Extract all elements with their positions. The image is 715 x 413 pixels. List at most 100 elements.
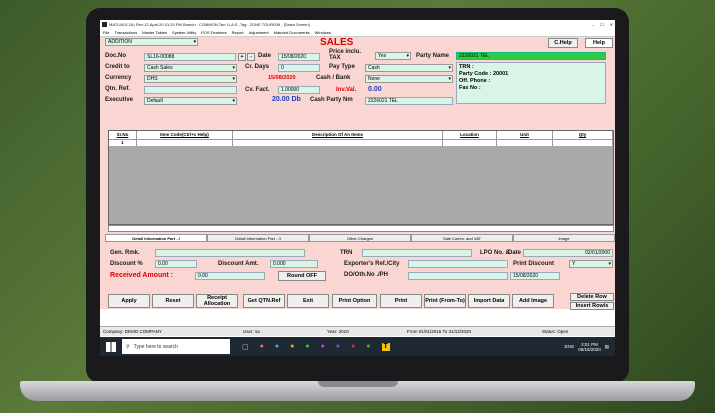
print-button[interactable]: Print	[380, 294, 422, 308]
exporter-field[interactable]	[408, 260, 508, 268]
cv-fact-field[interactable]: 1.00000	[278, 86, 320, 94]
inv-val-value: 0.00	[368, 86, 382, 93]
app-icon-8[interactable]: ●	[366, 343, 370, 351]
tab-detail-part-1[interactable]: Detail Information Part - I	[105, 234, 207, 242]
app-icon-5[interactable]: ●	[321, 343, 325, 351]
search-icon: ⚲	[126, 343, 130, 350]
gen-rmk-label: Gen. Rmk.	[110, 250, 140, 256]
discount-pct-field[interactable]: 0.00	[155, 260, 197, 268]
apply-button[interactable]: Apply	[108, 294, 150, 308]
received-amount-field[interactable]: 0.00	[195, 272, 265, 280]
app-icon-7[interactable]: ●	[351, 343, 355, 351]
print-discount-label: Print Discount	[513, 261, 555, 267]
get-qtn-ref-button[interactable]: Get QTN.Ref	[243, 294, 285, 308]
status-year: Year: 2010	[327, 329, 349, 334]
tab-image[interactable]: Image	[513, 234, 615, 242]
executive-select[interactable]: Default	[144, 97, 237, 105]
date-label: Date	[258, 53, 272, 59]
notification-icon[interactable]: ▤	[605, 344, 609, 350]
lang-indicator[interactable]: ENG	[564, 344, 574, 349]
reset-button[interactable]: Reset	[152, 294, 194, 308]
do-no-field[interactable]	[408, 272, 508, 280]
trn-field[interactable]	[362, 249, 472, 257]
status-state: Status: Open	[542, 329, 569, 334]
menu-matured-documents[interactable]: Matured Documents	[274, 30, 310, 35]
row-description[interactable]	[233, 140, 443, 146]
menu-system-utility[interactable]: System Utility	[172, 30, 196, 35]
maximize-icon[interactable]: ☐	[600, 22, 604, 27]
doc-minus-button[interactable]: -	[247, 53, 255, 61]
tab-sale-comm-vat[interactable]: Sale Comm. and VAT	[411, 234, 513, 242]
menu-adjustment[interactable]: Adjustment	[249, 30, 269, 35]
col-description: Description Of An Items	[233, 131, 443, 139]
row-unit[interactable]	[497, 140, 553, 146]
menu-file[interactable]: File	[103, 30, 109, 35]
row-location[interactable]	[443, 140, 497, 146]
executive-label: Executive	[105, 97, 134, 103]
table-row[interactable]: 1	[109, 139, 613, 146]
credit-to-select[interactable]: Cash Sales	[144, 64, 237, 72]
app-icon-3[interactable]: ●	[290, 343, 294, 351]
clock[interactable]: 2:01 PM 08/15/2020	[578, 342, 601, 352]
qtn-ref-field[interactable]	[144, 86, 237, 94]
app-icon-2[interactable]: ●	[275, 343, 279, 351]
active-app-icon[interactable]: T	[381, 342, 390, 351]
rate-date: 15/08/2020	[268, 75, 296, 81]
taskbar-search[interactable]: ⚲ Type here to search	[122, 339, 230, 354]
windows-start-icon[interactable]	[106, 341, 116, 352]
close-icon[interactable]: ✕	[610, 22, 613, 27]
app-icon-6[interactable]: ●	[336, 343, 340, 351]
menu-transactions[interactable]: Transactions	[114, 30, 137, 35]
delete-row-button[interactable]: Delete Row	[570, 293, 614, 301]
laptop-notch	[318, 381, 398, 387]
cr-days-field[interactable]: 0	[278, 64, 320, 72]
tab-detail-part-2[interactable]: Detail Information Part - II	[207, 234, 309, 242]
status-company: Company: DEMO COMPANY	[103, 329, 162, 334]
date-field[interactable]: 15/08/2020	[278, 53, 320, 61]
items-grid[interactable]: Sr.No Item Code(Ctrl+c Help) Description…	[108, 130, 614, 225]
cash-party-label: Cash Party Nm	[310, 97, 353, 103]
row-item-code[interactable]	[137, 140, 233, 146]
discount-amt-field[interactable]: 0.000	[270, 260, 318, 268]
do-date-field[interactable]: 15/08/2020	[510, 272, 560, 280]
receipt-allocation-button[interactable]: Receipt Allocation	[196, 294, 238, 308]
mode-select[interactable]: ADDITION	[105, 38, 198, 46]
currency-select[interactable]: DHS	[144, 75, 237, 83]
tab-other-charges[interactable]: Other Charges	[309, 234, 411, 242]
insert-rows-button[interactable]: Insert Row/s	[570, 302, 614, 310]
received-amount-label: Received Amount :	[110, 272, 174, 279]
menu-report[interactable]: Report	[232, 30, 244, 35]
exporter-label: Exporter's Ref./City	[344, 261, 400, 267]
menu-master-tables[interactable]: Master Tables	[142, 30, 167, 35]
minimize-icon[interactable]: –	[592, 22, 594, 27]
add-image-button[interactable]: Add Image	[512, 294, 554, 308]
credit-to-label: Credit to	[105, 64, 130, 70]
cash-party-field[interactable]: 2226021 TEL	[365, 97, 453, 105]
round-off-button[interactable]: Round OFF	[278, 271, 326, 281]
menu-pos-features[interactable]: POS Features	[201, 30, 226, 35]
screen: MATLIM-5.2A) Rev:12-April-20 01:20 PM Br…	[100, 20, 615, 356]
price-incl-select[interactable]: Yes	[375, 52, 411, 60]
exit-button[interactable]: Exit	[287, 294, 329, 308]
import-data-button[interactable]: Import Data	[468, 294, 510, 308]
task-view-icon[interactable]: ▢	[242, 343, 249, 351]
print-discount-select[interactable]: Y	[569, 260, 613, 268]
app-icon-4[interactable]: ●	[305, 343, 309, 351]
gen-rmk-field[interactable]	[155, 249, 305, 257]
sales-form: ADDITION SALES C.Help Help Doc.No SL16-0…	[100, 37, 615, 310]
print-from-to-button[interactable]: Print (From-To)	[424, 294, 466, 308]
lpo-date-field[interactable]: 02/01/2000	[523, 249, 613, 257]
doc-plus-button[interactable]: +	[238, 53, 246, 61]
pay-type-select[interactable]: Cash	[365, 64, 453, 72]
doc-no-field[interactable]: SL16-00088	[144, 53, 236, 61]
help-tab[interactable]: Help	[585, 38, 613, 48]
balance-value: 20.00 Db	[272, 96, 301, 103]
cash-bank-select[interactable]: None	[365, 75, 453, 83]
c-help-button[interactable]: C.Help	[548, 38, 578, 48]
grid-scrollbar[interactable]	[108, 225, 614, 232]
row-qty[interactable]	[553, 140, 613, 146]
party-name-field[interactable]: 2226021 TEL	[456, 52, 606, 60]
menu-windows[interactable]: Windows	[315, 30, 331, 35]
print-option-button[interactable]: Print Option	[332, 294, 377, 308]
app-icon-1[interactable]: ●	[260, 343, 264, 351]
